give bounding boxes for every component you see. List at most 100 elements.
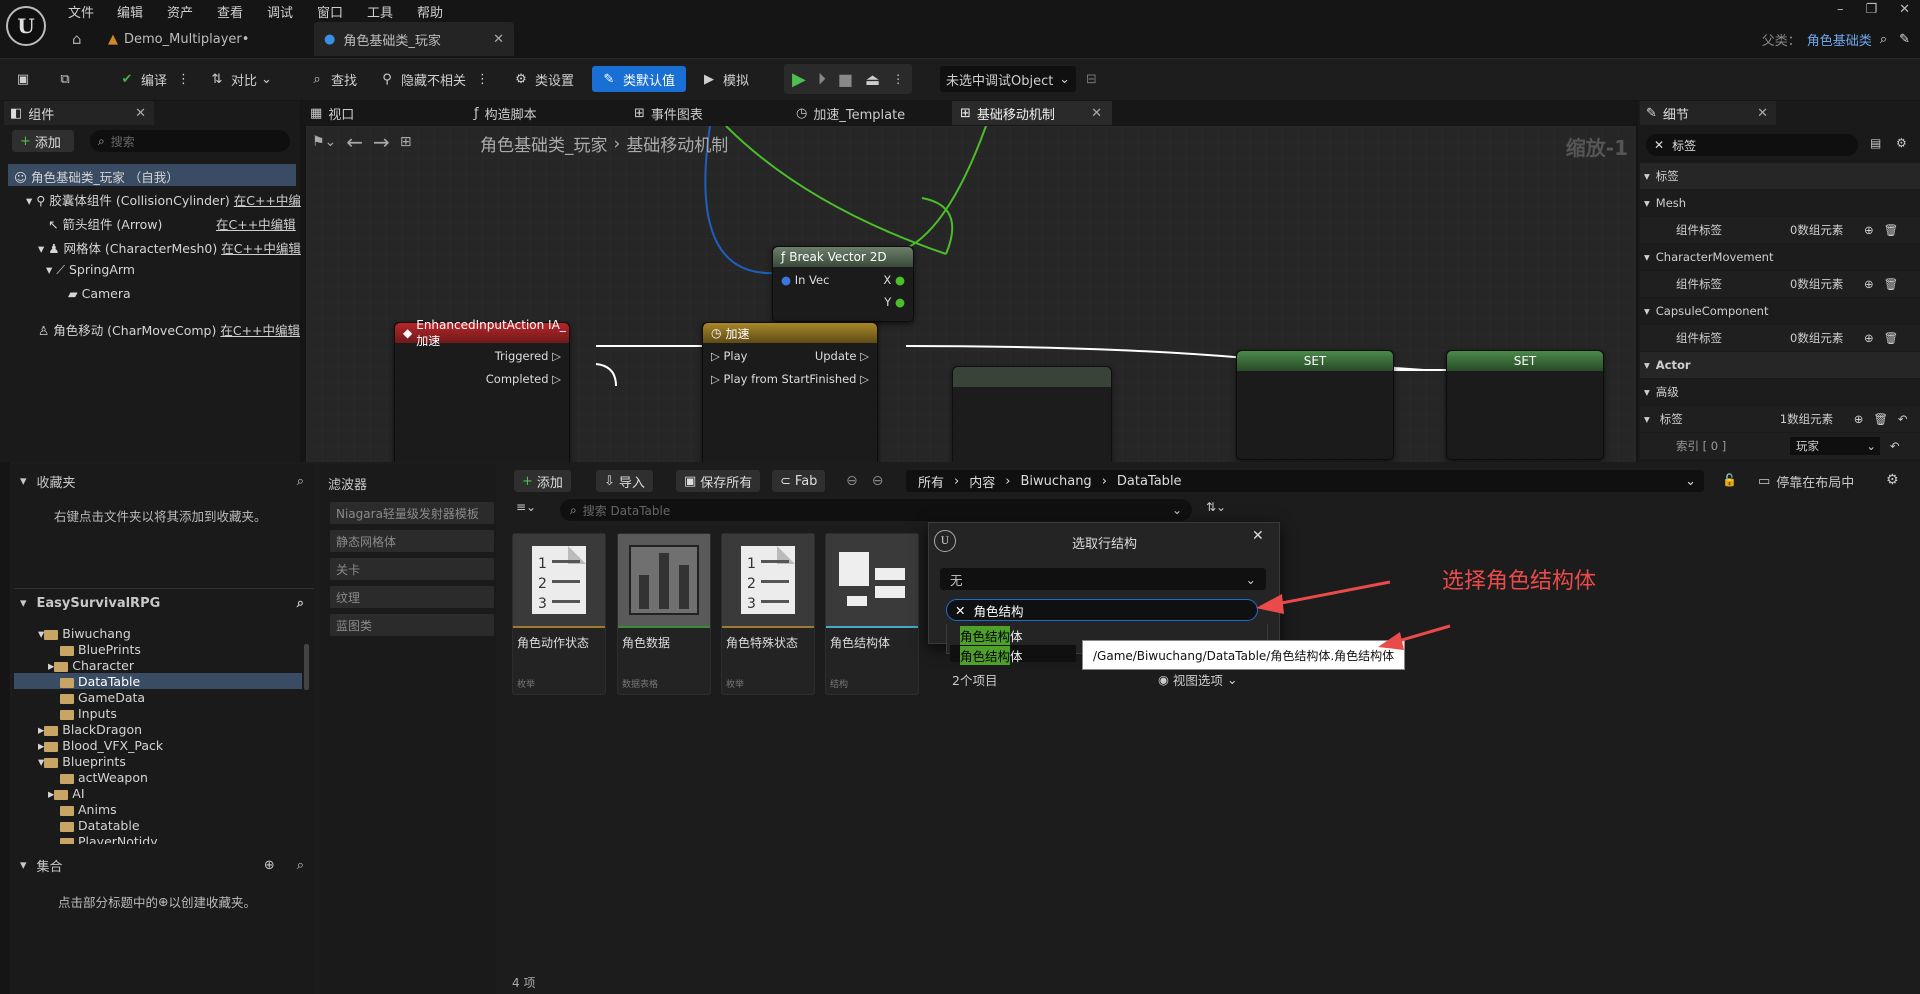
tab-viewport[interactable]: ▦ 视口 (310, 104, 354, 123)
search-icon[interactable]: ⌕ (297, 474, 304, 489)
filter-niagara[interactable]: Niagara轻量级发射器模板 (330, 502, 494, 524)
menu-edit[interactable]: 编辑 (117, 2, 143, 21)
trash-icon[interactable]: 🗑 (1884, 223, 1899, 237)
import-button[interactable]: ⇩ 导入 (596, 470, 653, 492)
gear-icon[interactable]: ⚙ (1886, 472, 1899, 488)
menu-tools[interactable]: 工具 (367, 2, 393, 21)
details-section-actor[interactable]: ▾ Actor (1640, 352, 1920, 379)
blueprint-graph[interactable]: ⚑⌄ ← → ⊞ 角色基础类_玩家 › 基础移动机制 缩放-1 ƒ Break V… (306, 126, 1636, 466)
folder-character[interactable]: ▸ Character (48, 658, 134, 673)
add-collection-icon[interactable]: ⊕ (264, 858, 275, 873)
mesh-edit-link[interactable]: 在C++中编辑 (221, 241, 301, 256)
menu-help[interactable]: 帮助 (417, 2, 443, 21)
menu-window[interactable]: 窗口 (317, 2, 343, 21)
menu-asset[interactable]: 资产 (167, 2, 193, 21)
compile-options-icon[interactable]: ⋮ (177, 72, 190, 87)
tab-timeline[interactable]: ◷ 加速_Template (796, 104, 905, 123)
folder-gamedata[interactable]: GameData (60, 690, 145, 705)
dock-layout-button[interactable]: ▭ 停靠在布局中 (1758, 472, 1854, 491)
home-icon[interactable]: ⌂ (72, 30, 82, 48)
save-all-button[interactable]: ▣ 保存所有 (676, 470, 761, 492)
find-button[interactable]: ⌕ 查找 (308, 66, 357, 92)
class-settings-button[interactable]: ⚙ 类设置 (512, 66, 574, 92)
breadcrumb-root[interactable]: 角色基础类_玩家 (480, 131, 608, 156)
menu-view[interactable]: 查看 (217, 2, 243, 21)
hide-options-icon[interactable]: ⋮ (476, 72, 489, 87)
favorites-header[interactable]: ▾ 收藏夹 ⌕ (20, 472, 310, 491)
back-arrow-icon[interactable]: ⊖ (846, 473, 858, 489)
folder-datatable[interactable]: DataTable (60, 674, 140, 689)
edit-pencil-icon[interactable]: ✎ (1899, 32, 1910, 47)
details-sub-capsule[interactable]: ▾ CapsuleComponent (1640, 298, 1920, 325)
unreal-logo-icon[interactable]: U (6, 6, 46, 46)
node-set-2[interactable]: SET (1446, 350, 1604, 460)
breadcrumb-leaf[interactable]: 基础移动机制 (626, 131, 728, 156)
path-bar[interactable]: 所有 › 内容 › Biwuchang › DataTable ⌄ (906, 470, 1704, 492)
add-element-icon[interactable]: ⊕ (1864, 277, 1874, 291)
path-all[interactable]: 所有 (918, 472, 944, 491)
sort-icon[interactable]: ⇅⌄ (1206, 500, 1226, 514)
folder-biwuchang[interactable]: ▾ Biwuchang (38, 626, 131, 641)
node-timeline[interactable]: ◷ 加速 ▷ Play ▷ Play from Start Update ▷ Fi… (702, 322, 878, 466)
search-icon[interactable]: ⌕ (297, 596, 304, 611)
eject-icon[interactable]: ⏏ (865, 70, 880, 89)
asset-enum-special-state[interactable]: 1 2 3 角色特殊状态 枚举 (721, 533, 815, 695)
node-hidden[interactable] (952, 366, 1112, 466)
folder-anims[interactable]: Anims (60, 802, 117, 817)
debug-filter-icon[interactable]: ⊟ (1086, 66, 1097, 92)
view-options-button[interactable]: ◉ 视图选项 ⌄ (1158, 670, 1237, 689)
folder-blueprints-sub[interactable]: BluePrints (60, 642, 141, 657)
close-dialog-icon[interactable]: ✕ (1252, 528, 1264, 544)
compile-button[interactable]: ✔ 编译 ⋮ (118, 66, 190, 92)
component-search-input[interactable]: ⌕ 搜索 (90, 130, 290, 152)
struct-result-2[interactable]: 角色结构体 (960, 646, 1023, 665)
close-tab-icon[interactable]: ✕ (493, 32, 504, 47)
trash-icon[interactable]: 🗑 (1884, 331, 1899, 345)
trash-icon[interactable]: 🗑 (1884, 277, 1899, 291)
restore-icon[interactable]: ❐ (1865, 2, 1877, 17)
filter-texture[interactable]: 纹理 (330, 586, 494, 608)
play-options-icon[interactable]: ⋮ (892, 72, 904, 86)
details-section-tags[interactable]: ▾ 标签 (1640, 163, 1920, 190)
asset-datatable-char-data[interactable]: 角色数据 数据表格 (617, 533, 711, 695)
arrow-edit-link[interactable]: 在C++中编辑 (216, 214, 296, 233)
filter-blueprint[interactable]: 蓝图类 (330, 614, 494, 636)
browser-add-button[interactable]: + 添加 (514, 470, 571, 492)
components-tab[interactable]: ◧ 组件 ✕ (4, 101, 154, 125)
close-window-icon[interactable]: ✕ (1899, 2, 1910, 17)
details-tab[interactable]: ✎ 细节 ✕ (1640, 101, 1776, 125)
tree-item-arrow[interactable]: ↖ 箭头组件 (Arrow) 在C++中编辑 (48, 214, 296, 233)
fab-button[interactable]: ⊂ Fab (772, 470, 826, 492)
hide-unrelated-button[interactable]: ⚲ 隐藏不相关 ⋮ (378, 66, 489, 92)
tab-project[interactable]: ▲ Demo_Multiplayer• (108, 22, 249, 56)
path-datatable[interactable]: DataTable (1117, 474, 1182, 489)
tab-construction[interactable]: ƒ 构造脚本 (474, 104, 537, 123)
table-view-icon[interactable]: ▤ (1870, 136, 1881, 150)
search-icon[interactable]: ⌕ (1880, 32, 1887, 47)
component-root[interactable]: ☺ 角色基础类_玩家 （自我） (14, 167, 179, 186)
minimize-icon[interactable]: – (1837, 2, 1844, 17)
reset-icon[interactable]: ↶ (1898, 412, 1908, 426)
lock-icon[interactable]: 🔓 (1722, 473, 1737, 487)
tree-item-capsule[interactable]: ▾ ⚲ 胶囊体组件 (CollisionCylinder) 在C++中编 (26, 190, 301, 209)
forward-arrow-icon[interactable]: → (373, 130, 390, 154)
parent-class-link[interactable]: 角色基础类 (1807, 30, 1872, 49)
asset-struct-character[interactable]: 角色结构体 结构 (825, 533, 919, 695)
add-element-icon[interactable]: ⊕ (1864, 331, 1874, 345)
filter-menu-icon[interactable]: ≡⌄ (516, 500, 536, 514)
search-icon[interactable]: ⌕ (297, 858, 304, 873)
collections-header[interactable]: ▾ 集合 ⊕ ⌕ (20, 856, 310, 875)
close-tab-icon[interactable]: ✕ (1091, 106, 1102, 121)
folder-actweapon[interactable]: actWeapon (60, 770, 148, 785)
diff-button[interactable]: ⇅ 对比 ⌄ (208, 66, 272, 92)
index-value-select[interactable]: 玩家 ⌄ (1790, 437, 1880, 455)
close-tab-icon[interactable]: ✕ (135, 106, 146, 121)
reset-icon[interactable]: ↶ (1890, 439, 1900, 453)
struct-select[interactable]: 无 ⌄ (940, 568, 1266, 590)
trash-icon[interactable]: 🗑 (1873, 412, 1888, 426)
forward-arrow-icon[interactable]: ⊖ (872, 473, 884, 489)
path-biwuchang[interactable]: Biwuchang (1020, 474, 1091, 489)
tree-item-springarm[interactable]: ▾ ⟋ SpringArm (46, 262, 135, 278)
chevron-down-icon[interactable]: ⌄ (1685, 474, 1696, 489)
clear-icon[interactable]: ✕ (955, 603, 965, 618)
